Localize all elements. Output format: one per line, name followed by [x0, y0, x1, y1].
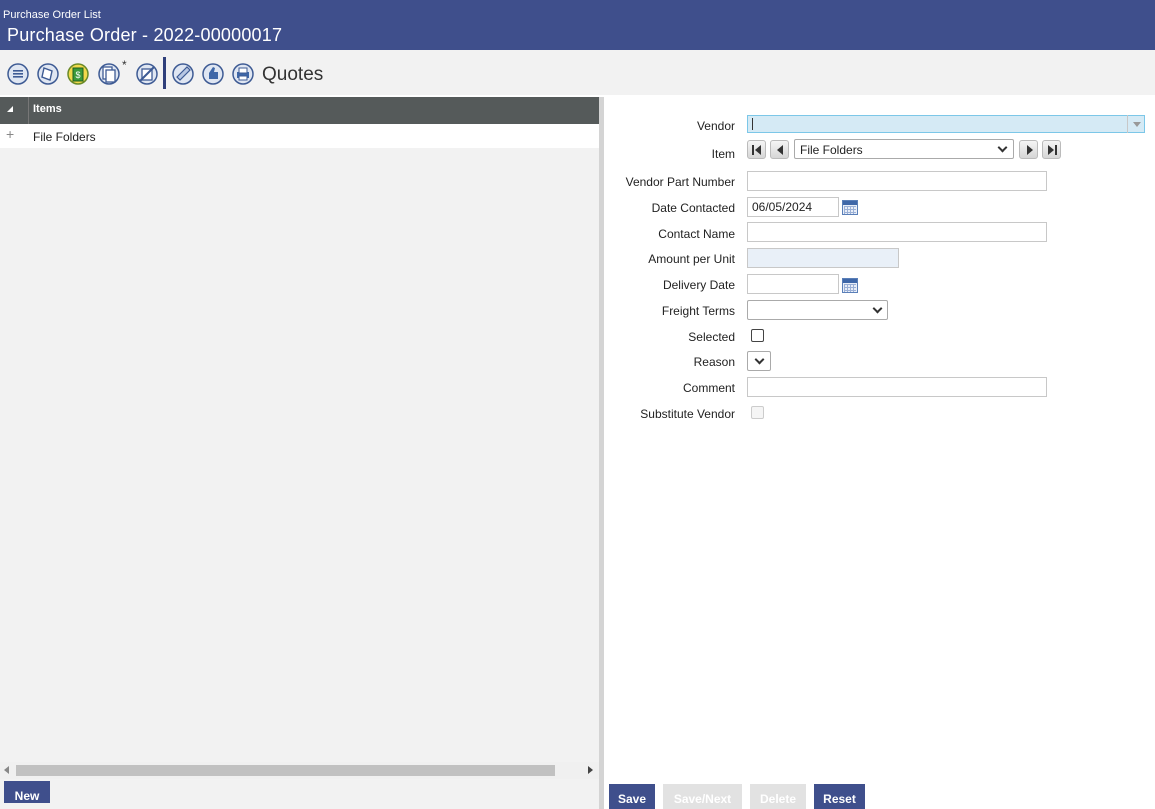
calendar-icon[interactable]	[842, 278, 858, 293]
reset-button[interactable]: Reset	[814, 784, 865, 809]
contact-name-label: Contact Name	[658, 227, 735, 241]
chevron-down-icon	[872, 303, 883, 314]
vendor-combobox[interactable]	[747, 115, 1145, 133]
item-select-value: File Folders	[800, 143, 863, 157]
cancel-icon[interactable]	[135, 62, 159, 86]
calendar-icon-top	[843, 279, 857, 283]
calendar-icon-top	[843, 201, 857, 205]
vendor-label: Vendor	[696, 119, 735, 133]
money-icon[interactable]: $	[66, 62, 90, 86]
collapse-all-icon[interactable]	[7, 106, 13, 112]
chevron-down-icon	[997, 142, 1008, 153]
expand-icon[interactable]: +	[6, 126, 14, 142]
app-header: Purchase Order List Purchase Order - 202…	[0, 0, 1155, 50]
date-contacted-input[interactable]: 06/05/2024	[747, 197, 839, 217]
last-icon	[1048, 145, 1054, 155]
toolbar-star: *	[122, 58, 127, 72]
selected-label: Selected	[688, 330, 735, 344]
reason-select[interactable]	[747, 351, 771, 371]
quotes-label: Quotes	[262, 64, 324, 85]
first-item-button[interactable]	[747, 140, 766, 159]
next-icon	[1027, 145, 1033, 155]
save-button[interactable]: Save	[609, 784, 655, 809]
previous-item-button[interactable]	[770, 140, 789, 159]
print-icon[interactable]	[231, 62, 255, 86]
amount-per-unit-label: Amount per Unit	[648, 252, 735, 266]
contact-name-input[interactable]	[747, 222, 1047, 242]
copy-icon[interactable]	[97, 62, 121, 86]
scroll-left-icon[interactable]	[4, 766, 9, 774]
amount-per-unit-input[interactable]	[747, 248, 899, 268]
freight-terms-select[interactable]	[747, 300, 888, 320]
delivery-date-label: Delivery Date	[662, 278, 735, 292]
calendar-icon-grid	[844, 284, 856, 292]
substitute-vendor-checkbox	[751, 406, 764, 419]
freight-terms-label: Freight Terms	[661, 304, 735, 318]
chevron-down-icon	[754, 354, 765, 365]
previous-icon	[777, 145, 783, 155]
last-icon-bar	[1055, 145, 1057, 155]
page-title: Purchase Order - 2022-00000017	[7, 25, 283, 45]
scrollbar-thumb[interactable]	[16, 765, 555, 776]
item-cell[interactable]: File Folders	[33, 130, 96, 144]
first-icon	[755, 145, 761, 155]
delivery-date-input[interactable]	[747, 274, 839, 294]
reason-label: Reason	[693, 355, 735, 369]
save-next-button: Save/Next	[663, 784, 742, 809]
comment-label: Comment	[682, 381, 735, 395]
comment-input[interactable]	[747, 377, 1047, 397]
first-icon-bar	[752, 145, 754, 155]
new-button[interactable]: New	[4, 781, 50, 803]
horizontal-scrollbar[interactable]	[0, 762, 599, 779]
item-select[interactable]: File Folders	[794, 139, 1014, 159]
calendar-icon-grid	[844, 206, 856, 214]
breadcrumb-purchase-order-list[interactable]: Purchase Order List	[3, 9, 101, 21]
vendor-dropdown-button[interactable]	[1127, 115, 1145, 133]
column-divider	[28, 97, 29, 124]
vendor-part-number-label: Vendor Part Number	[625, 175, 735, 189]
thumb-icon[interactable]	[201, 62, 225, 86]
last-item-button[interactable]	[1042, 140, 1061, 159]
substitute-vendor-label: Substitute Vendor	[640, 407, 735, 421]
vendor-part-number-input[interactable]	[747, 171, 1047, 191]
text-cursor	[752, 118, 753, 130]
date-contacted-label: Date Contacted	[651, 201, 735, 215]
item-label: Item	[711, 147, 735, 161]
approve-icon[interactable]	[171, 62, 195, 86]
scroll-right-icon[interactable]	[588, 766, 593, 774]
svg-text:$: $	[75, 70, 80, 80]
calendar-icon[interactable]	[842, 200, 858, 215]
toolbar-separator	[163, 57, 166, 89]
selected-checkbox[interactable]	[751, 329, 764, 342]
delete-button: Delete	[750, 784, 806, 809]
document-icon[interactable]	[36, 62, 60, 86]
column-header-items[interactable]: Items	[33, 103, 62, 115]
list-icon[interactable]	[6, 62, 30, 86]
next-item-button[interactable]	[1019, 140, 1038, 159]
